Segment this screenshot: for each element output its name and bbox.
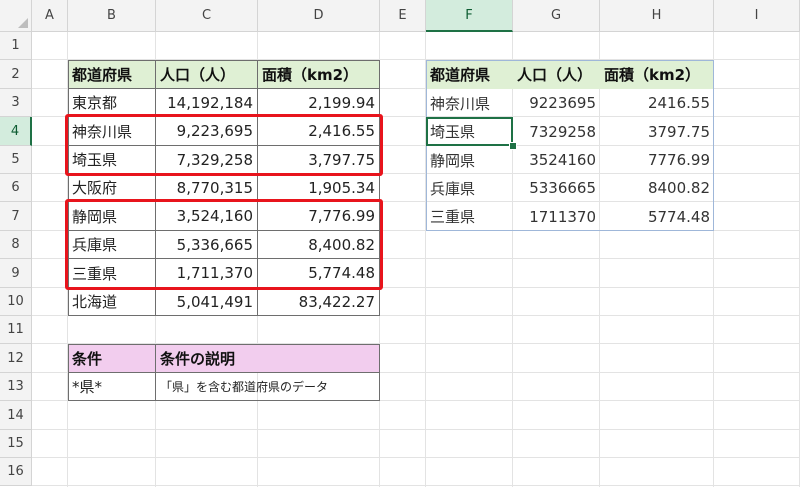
left-table-cell[interactable]: 14,192,184 — [156, 89, 258, 117]
row-header-1[interactable]: 1 — [0, 32, 32, 60]
left-table-header[interactable]: 人口（人） — [156, 60, 258, 89]
left-table-cell[interactable]: 8,770,315 — [156, 174, 258, 202]
left-table-cell[interactable]: 83,422.27 — [258, 288, 380, 316]
column-header-a[interactable]: A — [32, 0, 68, 32]
highlight-box-rows-4-5 — [65, 114, 383, 176]
row-header-3[interactable]: 3 — [0, 89, 32, 117]
row-header-5[interactable]: 5 — [0, 146, 32, 174]
left-table-cell[interactable]: 大阪府 — [68, 174, 156, 202]
column-header-f[interactable]: F — [426, 0, 513, 32]
row-header-4[interactable]: 4 — [0, 117, 32, 146]
row-header-13[interactable]: 13 — [0, 373, 32, 401]
row-header-11[interactable]: 11 — [0, 316, 32, 344]
left-table-cell[interactable]: 5,041,491 — [156, 288, 258, 316]
left-table-cell[interactable]: 東京都 — [68, 89, 156, 117]
row-header-6[interactable]: 6 — [0, 174, 32, 202]
column-header-b[interactable]: B — [68, 0, 156, 32]
row-header-10[interactable]: 10 — [0, 288, 32, 316]
row-gridline — [32, 429, 800, 430]
select-all-icon — [18, 18, 28, 28]
criteria-border-left — [68, 344, 69, 401]
fill-handle[interactable] — [509, 142, 517, 150]
column-header-g[interactable]: G — [513, 0, 600, 32]
column-header-i[interactable]: I — [714, 0, 800, 32]
active-cell-outline — [426, 117, 513, 146]
criteria-border-top — [68, 344, 380, 345]
row-gridline — [32, 457, 800, 458]
left-table-cell[interactable]: 2,199.94 — [258, 89, 380, 117]
row-header-7[interactable]: 7 — [0, 202, 32, 231]
column-header-d[interactable]: D — [258, 0, 380, 32]
criteria-description-value[interactable]: 「県」を含む都道府県のデータ — [156, 373, 380, 401]
left-table-cell[interactable]: 1,905.34 — [258, 174, 380, 202]
row-header-9[interactable]: 9 — [0, 259, 32, 288]
row-header-14[interactable]: 14 — [0, 401, 32, 430]
left-table-header[interactable]: 都道府県 — [68, 60, 156, 89]
select-all-corner[interactable] — [0, 0, 32, 32]
criteria-header[interactable]: 条件 — [68, 344, 156, 373]
row-header-15[interactable]: 15 — [0, 430, 32, 458]
spreadsheet-grid[interactable]: A B C D E F G H I 1 2 3 4 5 6 7 8 9 10 11 12 13 14 15 16 都道府県 人口（人… — [0, 0, 800, 487]
row-header-2[interactable]: 2 — [0, 60, 32, 89]
criteria-description-header[interactable]: 条件の説明 — [156, 344, 380, 373]
column-header-e[interactable]: E — [380, 0, 426, 32]
row-header-12[interactable]: 12 — [0, 344, 32, 373]
row-gridline — [32, 485, 800, 486]
column-header-h[interactable]: H — [600, 0, 714, 32]
left-table-border-top — [68, 60, 380, 61]
left-table-cell[interactable]: 北海道 — [68, 288, 156, 316]
highlight-box-rows-7-9 — [65, 199, 383, 290]
criteria-value[interactable]: *県* — [68, 373, 156, 401]
row-header-16[interactable]: 16 — [0, 458, 32, 486]
left-table-header[interactable]: 面積（km2） — [258, 60, 380, 89]
column-header-c[interactable]: C — [156, 0, 258, 32]
row-header-8[interactable]: 8 — [0, 231, 32, 259]
